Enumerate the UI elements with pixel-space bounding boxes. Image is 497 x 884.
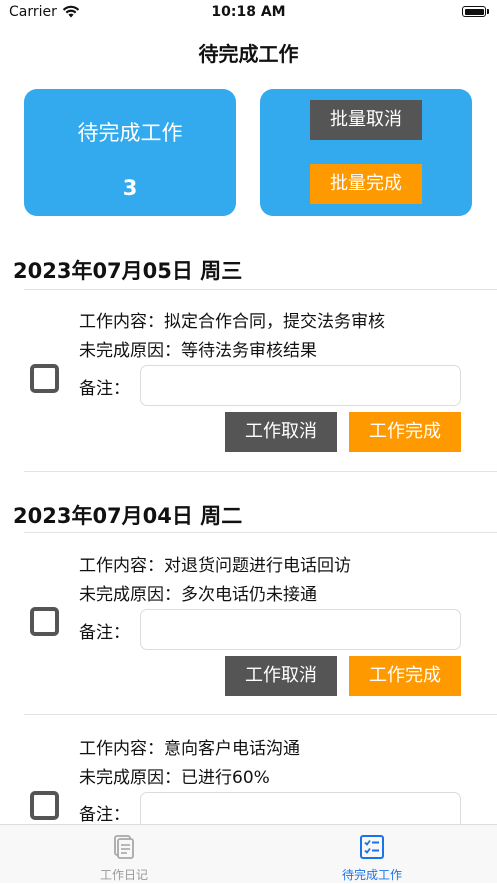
task-checkbox[interactable] (30, 607, 59, 636)
note-input[interactable] (140, 792, 461, 824)
note-label: 备注： (79, 379, 130, 399)
date-header: 2023年07月05日 周三 (13, 259, 243, 283)
task-complete-button[interactable]: 工作完成 (349, 412, 461, 452)
battery-tip (487, 9, 489, 14)
page-title: 待完成工作 (198, 42, 299, 66)
date-header: 2023年07月04日 周二 (13, 504, 243, 528)
tab-label: 待完成工作 (341, 868, 402, 882)
summary-card: 待完成工作 3 (24, 89, 236, 216)
clock: 10:18 AM (211, 4, 286, 20)
task-content: 工作内容：拟定合作合同，提交法务审核 (79, 312, 385, 332)
batch-actions-card: 批量取消 批量完成 (260, 89, 472, 216)
pending-count: 3 (122, 176, 138, 200)
task-checkbox[interactable] (30, 364, 59, 393)
tab-work-diary[interactable]: 工作日记 (0, 825, 248, 884)
task-complete-button[interactable]: 工作完成 (349, 656, 461, 696)
tab-bar: 工作日记 待完成工作 (0, 824, 497, 883)
task-item: 工作内容：对退货问题进行电话回访 未完成原因：多次电话仍未接通 备注： 工作取消… (0, 532, 497, 714)
divider (24, 471, 497, 472)
task-cancel-button[interactable]: 工作取消 (225, 656, 337, 696)
tab-pending-work[interactable]: 待完成工作 (248, 825, 496, 884)
task-item: 工作内容：意向客户电话沟通 未完成原因：已进行60% 备注： (0, 714, 497, 824)
note-input[interactable] (140, 365, 461, 406)
batch-complete-button[interactable]: 批量完成 (310, 164, 422, 204)
task-item: 工作内容：拟定合作合同，提交法务审核 未完成原因：等待法务审核结果 备注： 工作… (0, 289, 497, 471)
note-label: 备注： (79, 623, 130, 643)
status-bar: Carrier 10:18 AM (0, 0, 497, 26)
task-checkbox[interactable] (30, 791, 59, 820)
task-content: 工作内容：意向客户电话沟通 (79, 739, 300, 759)
note-label: 备注： (79, 805, 130, 824)
tab-label: 工作日记 (99, 868, 148, 882)
checklist-icon (360, 835, 384, 859)
task-content: 工作内容：对退货问题进行电话回访 (79, 556, 351, 576)
summary-label: 待完成工作 (77, 121, 183, 145)
note-input[interactable] (140, 609, 461, 650)
document-icon (114, 835, 134, 859)
task-reason: 未完成原因：多次电话仍未接通 (79, 585, 317, 605)
task-reason: 未完成原因：已进行60% (79, 768, 270, 788)
task-reason: 未完成原因：等待法务审核结果 (79, 341, 317, 361)
batch-cancel-button[interactable]: 批量取消 (310, 100, 422, 140)
task-cancel-button[interactable]: 工作取消 (225, 412, 337, 452)
battery-icon (462, 6, 486, 17)
